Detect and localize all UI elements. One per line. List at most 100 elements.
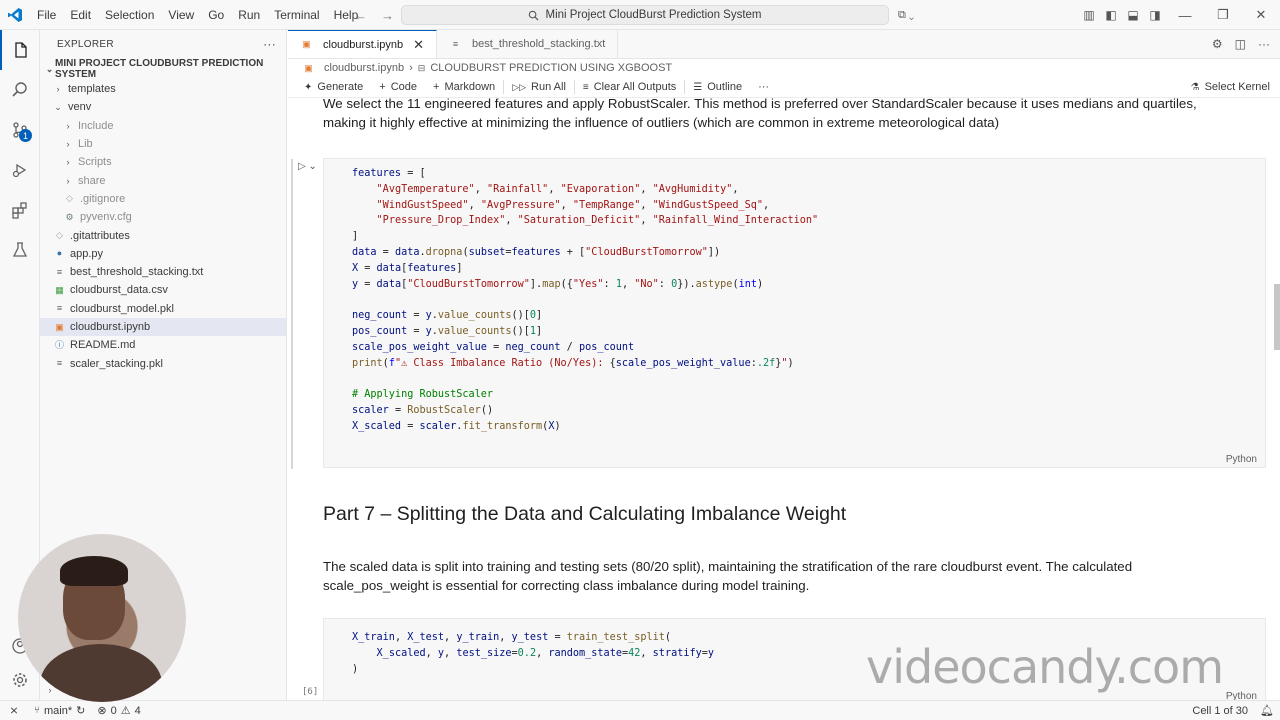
scrollbar-thumb[interactable] <box>1274 284 1280 350</box>
extensions-icon[interactable] <box>0 190 40 230</box>
toggle-panel-icon[interactable]: ⬓ <box>1122 0 1144 30</box>
tree-item-label: cloudburst_data.csv <box>70 284 168 297</box>
run-all-icon: ▷▷ <box>512 81 527 92</box>
tree-item-readme-md[interactable]: ⓘ README.md <box>40 336 286 354</box>
remote-icon[interactable]: ⨯ <box>0 701 28 720</box>
more-actions-icon[interactable]: ··· <box>1258 37 1270 51</box>
code-editor[interactable]: features = [ "AvgTemperature", "Rainfall… <box>352 166 818 435</box>
status-bar: ⨯ ⑂ main* ↻ ⊗ 0 ⚠ 4 Cell 1 of 30 🔔︎ <box>0 700 1280 720</box>
split-editor-icon[interactable]: ◫ <box>1235 37 1246 51</box>
tree-item-label: cloudburst.ipynb <box>70 321 151 333</box>
tree-item-scripts[interactable]: › Scripts <box>40 153 286 171</box>
code-editor[interactable]: X_train, X_test, y_train, y_test = train… <box>352 630 714 677</box>
tree-item-label: README.md <box>70 339 136 352</box>
text-file-icon: ≡ <box>452 38 459 49</box>
generate-button[interactable]: ✦ Generate <box>296 81 371 93</box>
tree-item-gitignore[interactable]: ◇ .gitignore <box>40 190 286 208</box>
tree-item-label: Lib <box>78 138 93 151</box>
source-control-icon[interactable]: 1 <box>0 110 40 150</box>
toggle-sidebar-icon[interactable]: ◧ <box>1100 0 1122 30</box>
run-debug-icon[interactable] <box>0 150 40 190</box>
tab-label: best_threshold_stacking.txt <box>472 38 606 50</box>
breadcrumb-section[interactable]: CLOUDBURST PREDICTION USING XGBOOST <box>430 62 672 74</box>
markdown-cell-2[interactable]: The scaled data is split into training a… <box>323 557 1253 595</box>
warning-count: 4 <box>134 704 141 717</box>
testing-icon[interactable] <box>0 230 40 270</box>
tree-item-best-threshold-stacking-txt[interactable]: ≡ best_threshold_stacking.txt <box>40 263 286 281</box>
python-file-icon: ● <box>56 248 63 259</box>
cell-language-label[interactable]: Python <box>1226 691 1257 700</box>
run-cell-icon[interactable]: ▷ ⌄ <box>298 161 317 172</box>
outline-button[interactable]: ☰ Outline <box>685 81 750 93</box>
notifications-bell-icon[interactable]: 🔔︎ <box>1254 704 1280 717</box>
tree-item-lib[interactable]: › Lib <box>40 135 286 153</box>
layout-customize-icon[interactable]: ▥ <box>1078 0 1100 30</box>
tree-item-gitattributes[interactable]: ◇ .gitattributes <box>40 226 286 244</box>
tree-item-label: best_threshold_stacking.txt <box>70 266 204 279</box>
explorer-icon[interactable] <box>0 30 40 70</box>
copilot-icon[interactable]: ⧉ ⌄ <box>898 0 914 30</box>
tab-best-threshold[interactable]: ≡ best_threshold_stacking.txt <box>437 30 619 58</box>
cell-focus-bar <box>291 159 293 469</box>
file-icon: ◇ <box>56 230 63 241</box>
close-icon[interactable]: ✕ <box>413 37 424 53</box>
toggle-secondary-sidebar-icon[interactable]: ◨ <box>1144 0 1166 30</box>
vertical-scrollbar[interactable] <box>1272 98 1280 700</box>
run-all-button[interactable]: ▷▷ Run All <box>504 81 574 93</box>
notebook-icon: ▣ <box>302 39 311 49</box>
tree-item-scaler-stacking-pkl[interactable]: ≡ scaler_stacking.pkl <box>40 354 286 372</box>
breadcrumb-file[interactable]: cloudburst.ipynb <box>324 62 404 74</box>
menu-run[interactable]: Run <box>231 0 267 30</box>
toolbar-more-button[interactable]: ··· <box>750 81 777 93</box>
chevron-right-icon: › <box>66 120 70 131</box>
tree-item-share[interactable]: › share <box>40 171 286 189</box>
markdown-line: The scaled data is split into training a… <box>323 559 1133 574</box>
back-arrow-icon[interactable]: ← <box>354 8 367 23</box>
menu-file[interactable]: File <box>30 0 63 30</box>
tree-item-cloudburst-data-csv[interactable]: ▦ cloudburst_data.csv <box>40 281 286 299</box>
tree-item-cloudburst-ipynb[interactable]: ▣ cloudburst.ipynb <box>40 317 286 337</box>
breadcrumb: ▣ cloudburst.ipynb › ⊟ CLOUDBURST PREDIC… <box>288 59 1280 77</box>
select-kernel-button[interactable]: ⚗ Select Kernel <box>1191 81 1280 93</box>
tree-item-include[interactable]: › Include <box>40 117 286 135</box>
pkl-file-icon: ≡ <box>56 358 63 369</box>
add-code-button[interactable]: + Code <box>371 81 425 93</box>
minimize-button[interactable]: — <box>1166 0 1204 30</box>
tree-item-templates[interactable]: › templates <box>40 80 286 98</box>
add-markdown-button[interactable]: + Markdown <box>425 81 503 93</box>
cell-position[interactable]: Cell 1 of 30 <box>1186 705 1254 717</box>
search-icon[interactable] <box>0 70 40 110</box>
tree-item-cloudburst-model-pkl[interactable]: ≡ cloudburst_model.pkl <box>40 300 286 318</box>
code-cell-1[interactable]: ▷ ⌄ features = [ "AvgTemperature", "Rain… <box>291 158 1266 469</box>
maximize-button[interactable]: ❐ <box>1204 0 1242 30</box>
run-all-label: Run All <box>531 81 566 93</box>
menu-selection[interactable]: Selection <box>98 0 161 30</box>
chevron-down-icon: ⌄ <box>45 63 54 74</box>
clear-all-outputs-button[interactable]: ≡ Clear All Outputs <box>575 81 684 93</box>
file-icon: ◇ <box>66 193 73 204</box>
command-center-search[interactable]: Mini Project CloudBurst Prediction Syste… <box>401 5 889 25</box>
forward-arrow-icon[interactable]: → <box>381 8 394 23</box>
settings-gear-icon[interactable]: ⚙ <box>1212 37 1223 51</box>
tree-item-pyvenv-cfg[interactable]: ⚙ pyvenv.cfg <box>40 208 286 226</box>
menu-view[interactable]: View <box>161 0 201 30</box>
markdown-line: making it highly effective at minimizing… <box>323 115 999 130</box>
status-right: Cell 1 of 30 🔔︎ <box>1186 704 1280 718</box>
tree-item-venv[interactable]: ⌄ venv <box>40 98 286 116</box>
menu-terminal[interactable]: Terminal <box>267 0 326 30</box>
menu-go[interactable]: Go <box>201 0 231 30</box>
watermark: videocandy.com <box>866 640 1224 694</box>
problems-indicator[interactable]: ⊗ 0 ⚠ 4 <box>91 704 146 718</box>
close-window-button[interactable]: ✕ <box>1242 0 1280 30</box>
tab-cloudburst-ipynb[interactable]: ▣ cloudburst.ipynb ✕ <box>288 30 438 58</box>
execution-count: [6] <box>302 687 319 697</box>
workspace-folder[interactable]: ⌄ MINI PROJECT CLOUDBURST PREDICTION SYS… <box>40 58 286 80</box>
pkl-file-icon: ≡ <box>56 303 63 314</box>
tree-item-app-py[interactable]: ● app.py <box>40 245 286 263</box>
menu-edit[interactable]: Edit <box>63 0 98 30</box>
markdown-cell-1[interactable]: We select the 11 engineered features and… <box>323 98 1253 132</box>
cell-language-label[interactable]: Python <box>1226 454 1257 465</box>
notebook-icon: ▣ <box>55 321 64 332</box>
more-actions-icon[interactable]: ··· <box>263 37 276 51</box>
branch-indicator[interactable]: ⑂ main* ↻ <box>28 704 91 718</box>
